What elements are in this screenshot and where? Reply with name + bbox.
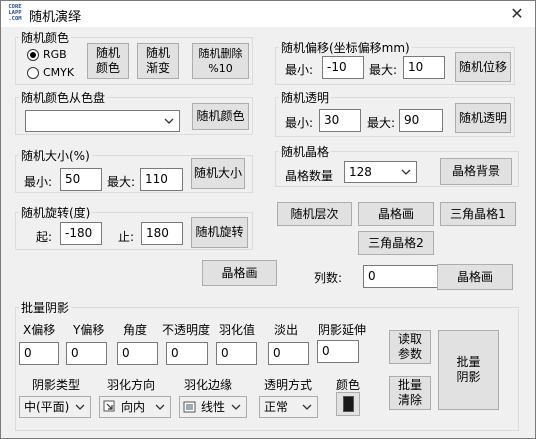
batch-clear-button[interactable]: 批量 清除 [389, 376, 431, 410]
opacity-min-input[interactable]: 30 [319, 109, 361, 132]
feather-edge-combo[interactable]: 线性 [179, 396, 247, 418]
shadow-extend-input[interactable]: 0 [317, 340, 359, 363]
opacity-max-input[interactable]: 90 [399, 109, 443, 132]
batch-shadow-button[interactable]: 批量 阴影 [438, 330, 499, 410]
title-bar: CORE LAPP .COM 随机演绎 ✕ [1, 1, 535, 27]
random-color-button[interactable]: 随机 颜色 [87, 43, 129, 79]
random-rotate-button[interactable]: 随机旋转 [191, 217, 248, 248]
opacity-input[interactable]: 0 [166, 342, 208, 365]
size-min-label: 最小: [24, 175, 53, 189]
grid-draw-left-button[interactable]: 晶格画 [202, 260, 277, 286]
offset-max-label: 最大: [369, 63, 398, 77]
columns-label: 列数: [314, 271, 343, 285]
rotate-start-label: 起: [36, 230, 53, 244]
header-x-offset: X偏移 [23, 323, 56, 337]
read-params-button[interactable]: 读取 参数 [389, 330, 431, 364]
feather-edge-label: 羽化边缘 [184, 378, 233, 392]
close-icon: ✕ [510, 4, 524, 23]
transparency-mode-combo[interactable]: 正常 [259, 396, 318, 418]
shadow-color-swatch [343, 396, 354, 412]
header-shadow-extend: 阴影延伸 [318, 323, 367, 337]
chevron-down-icon [164, 118, 174, 124]
shadow-color-button[interactable] [336, 392, 360, 416]
chevron-down-icon [401, 169, 411, 175]
rotate-start-input[interactable]: -180 [60, 222, 102, 245]
random-offset-button[interactable]: 随机位移 [455, 52, 511, 82]
size-group-label: 随机大小(%) [19, 147, 92, 164]
feather-direction-value: 向内 [121, 400, 146, 414]
radio-rgb[interactable] [27, 49, 39, 61]
random-delete-button[interactable]: 随机删除 %10 [192, 43, 249, 79]
size-max-label: 最大: [107, 175, 136, 189]
triangle-grid-1-button[interactable]: 三角晶格1 [440, 202, 516, 226]
shadow-type-label: 阴影类型 [32, 378, 81, 392]
triangle-grid-2-button[interactable]: 三角晶格2 [358, 231, 434, 255]
feather-edge-value: 线性 [201, 400, 226, 414]
header-fade: 淡出 [274, 323, 299, 337]
x-offset-input[interactable]: 0 [19, 342, 59, 365]
chevron-down-icon [155, 404, 165, 410]
random-layer-button[interactable]: 随机层次 [277, 202, 352, 226]
feather-edge-icon [183, 401, 196, 413]
feather-direction-label: 羽化方向 [107, 378, 156, 392]
rotate-group-label: 随机旋转(度) [19, 204, 93, 221]
shadow-type-combo[interactable]: 中(平面) [19, 396, 91, 418]
header-angle: 角度 [123, 323, 148, 337]
feather-input[interactable]: 0 [216, 342, 257, 365]
header-opacity: 不透明度 [162, 323, 211, 337]
angle-input[interactable]: 0 [117, 342, 158, 365]
window-title: 随机演绎 [29, 10, 82, 25]
app-logo-icon: CORE LAPP .COM [8, 4, 22, 22]
grid-draw-right-button[interactable]: 晶格画 [437, 264, 513, 290]
color-label: 颜色 [336, 378, 361, 392]
grid-group-label: 随机晶格 [279, 143, 332, 160]
fade-input[interactable]: 0 [268, 342, 309, 365]
random-color-group-label: 随机颜色 [19, 29, 72, 46]
grid-draw-button[interactable]: 晶格画 [358, 202, 434, 226]
dialog-window: CORE LAPP .COM 随机演绎 ✕ 随机颜色 RGB CMYK 随机 颜… [0, 0, 536, 439]
chevron-down-icon [302, 404, 312, 410]
grid-count-combo[interactable]: 128 [344, 161, 417, 183]
offset-group-label: 随机偏移(坐标偏移mm) [279, 39, 412, 56]
close-button[interactable]: ✕ [503, 3, 531, 25]
palette-combo[interactable] [25, 110, 180, 132]
radio-cmyk-label[interactable]: CMYK [43, 66, 74, 79]
header-feather: 羽化值 [219, 323, 256, 337]
columns-input[interactable]: 0 [363, 265, 442, 288]
radio-cmyk[interactable] [27, 67, 39, 79]
grid-count-value: 128 [349, 165, 372, 179]
rotate-end-label: 止: [118, 230, 135, 244]
chevron-down-icon [75, 404, 85, 410]
radio-rgb-label[interactable]: RGB [43, 48, 67, 61]
size-min-input[interactable]: 50 [60, 168, 102, 191]
feather-direction-icon [103, 400, 115, 412]
transparency-mode-label: 透明方式 [264, 378, 313, 392]
offset-min-label: 最小: [285, 63, 314, 77]
size-max-input[interactable]: 110 [140, 168, 183, 191]
feather-direction-combo[interactable]: 向内 [99, 396, 171, 418]
grid-count-label: 晶格数量 [285, 169, 334, 183]
header-y-offset: Y偏移 [73, 323, 105, 337]
palette-group-label: 随机颜色从色盘 [19, 89, 108, 106]
rotate-end-input[interactable]: 180 [141, 222, 183, 245]
batch-shadow-group-label: 批量阴影 [19, 299, 72, 316]
random-size-button[interactable]: 随机大小 [191, 158, 245, 189]
grid-background-button[interactable]: 晶格背景 [440, 158, 512, 185]
random-opacity-button[interactable]: 随机透明 [455, 103, 511, 133]
chevron-down-icon [231, 404, 241, 410]
shadow-type-value: 中(平面) [24, 400, 70, 414]
offset-min-input[interactable]: -10 [322, 56, 364, 79]
transparency-mode-value: 正常 [264, 400, 289, 414]
y-offset-input[interactable]: 0 [66, 342, 107, 365]
opacity-min-label: 最小: [285, 116, 314, 130]
opacity-max-label: 最大: [367, 116, 396, 130]
palette-random-color-button[interactable]: 随机颜色 [192, 103, 249, 130]
offset-max-input[interactable]: 10 [403, 56, 445, 79]
opacity-group-label: 随机透明 [279, 89, 332, 106]
random-gradient-button[interactable]: 随机 渐变 [137, 43, 179, 79]
